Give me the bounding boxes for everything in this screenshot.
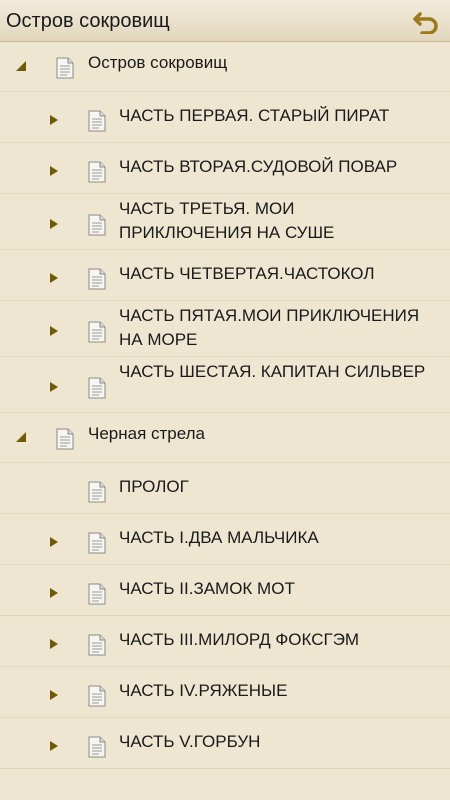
book-row[interactable]: Остров сокровищ	[0, 42, 450, 92]
collapsed-triangle-icon[interactable]	[47, 535, 61, 549]
chapter-label: ЧАСТЬ ПЯТАЯ.МОИ ПРИКЛЮЧЕНИЯ НА МОРЕ	[119, 306, 420, 349]
back-button[interactable]	[410, 6, 442, 36]
chapter-row[interactable]: ПРОЛОГ	[0, 463, 450, 514]
top-bar: Остров сокровищ	[0, 0, 450, 42]
collapsed-triangle-icon[interactable]	[47, 164, 61, 178]
chapter-row[interactable]: ЧАСТЬ III.МИЛОРД ФОКСГЭМ	[0, 616, 450, 667]
book-row[interactable]: Черная стрела	[0, 413, 450, 463]
chapter-label: ЧАСТЬ ЧЕТВЕРТАЯ.ЧАСТОКОЛ	[119, 264, 375, 283]
chapter-row[interactable]: ЧАСТЬ ВТОРАЯ.СУДОВОЙ ПОВАР	[0, 143, 450, 194]
document-icon	[88, 161, 106, 182]
collapsed-triangle-icon[interactable]	[47, 637, 61, 651]
chapter-label: ЧАСТЬ ТРЕТЬЯ. МОИ ПРИКЛЮЧЕНИЯ НА СУШЕ	[119, 199, 335, 242]
undo-arrow-icon	[413, 12, 438, 34]
document-icon	[88, 321, 106, 343]
chapter-label: ЧАСТЬ II.ЗАМОК МОТ	[119, 579, 295, 598]
document-icon	[88, 110, 106, 131]
chapter-row[interactable]: ЧАСТЬ ТРЕТЬЯ. МОИ ПРИКЛЮЧЕНИЯ НА СУШЕ	[0, 194, 450, 250]
chapter-tree: Остров сокровищ ЧАСТЬ ПЕРВАЯ. СТАРЫЙ ПИРА…	[0, 42, 450, 769]
document-icon	[88, 214, 106, 236]
collapsed-triangle-icon[interactable]	[47, 271, 61, 285]
chapter-row[interactable]: ЧАСТЬ ПЯТАЯ.МОИ ПРИКЛЮЧЕНИЯ НА МОРЕ	[0, 301, 450, 357]
document-icon	[88, 583, 106, 604]
chapter-row[interactable]: ЧАСТЬ IV.РЯЖЕНЫЕ	[0, 667, 450, 718]
document-icon	[88, 377, 106, 399]
collapsed-triangle-icon[interactable]	[47, 688, 61, 702]
chapter-label: ЧАСТЬ IV.РЯЖЕНЫЕ	[119, 681, 288, 700]
document-icon	[88, 634, 106, 655]
collapsed-triangle-icon[interactable]	[47, 113, 61, 127]
collapsed-triangle-icon[interactable]	[47, 217, 61, 231]
chapter-row[interactable]: ЧАСТЬ ЧЕТВЕРТАЯ.ЧАСТОКОЛ	[0, 250, 450, 301]
chapter-row[interactable]: ЧАСТЬ ПЕРВАЯ. СТАРЫЙ ПИРАТ	[0, 92, 450, 143]
document-icon	[56, 428, 74, 450]
chapter-label: ПРОЛОГ	[119, 477, 189, 496]
chapter-label: ЧАСТЬ I.ДВА МАЛЬЧИКА	[119, 528, 319, 547]
chapter-row[interactable]: ЧАСТЬ V.ГОРБУН	[0, 718, 450, 769]
document-icon	[88, 268, 106, 289]
chapter-label: ЧАСТЬ V.ГОРБУН	[119, 732, 261, 751]
chapter-label: ЧАСТЬ ВТОРАЯ.СУДОВОЙ ПОВАР	[119, 157, 398, 176]
document-icon	[88, 736, 106, 757]
document-icon	[88, 481, 106, 502]
chapter-row[interactable]: ЧАСТЬ ШЕСТАЯ. КАПИТАН СИЛЬВЕР	[0, 357, 450, 413]
book-title: Черная стрела	[88, 424, 206, 443]
collapsed-triangle-icon[interactable]	[47, 324, 61, 338]
document-icon	[56, 57, 74, 79]
collapsed-triangle-icon[interactable]	[47, 380, 61, 394]
chapter-label: ЧАСТЬ ШЕСТАЯ. КАПИТАН СИЛЬВЕР	[119, 362, 426, 381]
expanded-triangle-icon[interactable]	[14, 59, 28, 73]
book-title: Остров сокровищ	[88, 53, 228, 72]
collapsed-triangle-icon[interactable]	[47, 586, 61, 600]
page-title: Остров сокровищ	[6, 10, 170, 32]
collapsed-triangle-icon[interactable]	[47, 739, 61, 753]
chapter-row[interactable]: ЧАСТЬ II.ЗАМОК МОТ	[0, 565, 450, 616]
chapter-row[interactable]: ЧАСТЬ I.ДВА МАЛЬЧИКА	[0, 514, 450, 565]
expanded-triangle-icon[interactable]	[14, 430, 28, 444]
chapter-label: ЧАСТЬ ПЕРВАЯ. СТАРЫЙ ПИРАТ	[119, 106, 390, 125]
document-icon	[88, 532, 106, 553]
chapter-label: ЧАСТЬ III.МИЛОРД ФОКСГЭМ	[119, 630, 360, 649]
document-icon	[88, 685, 106, 706]
